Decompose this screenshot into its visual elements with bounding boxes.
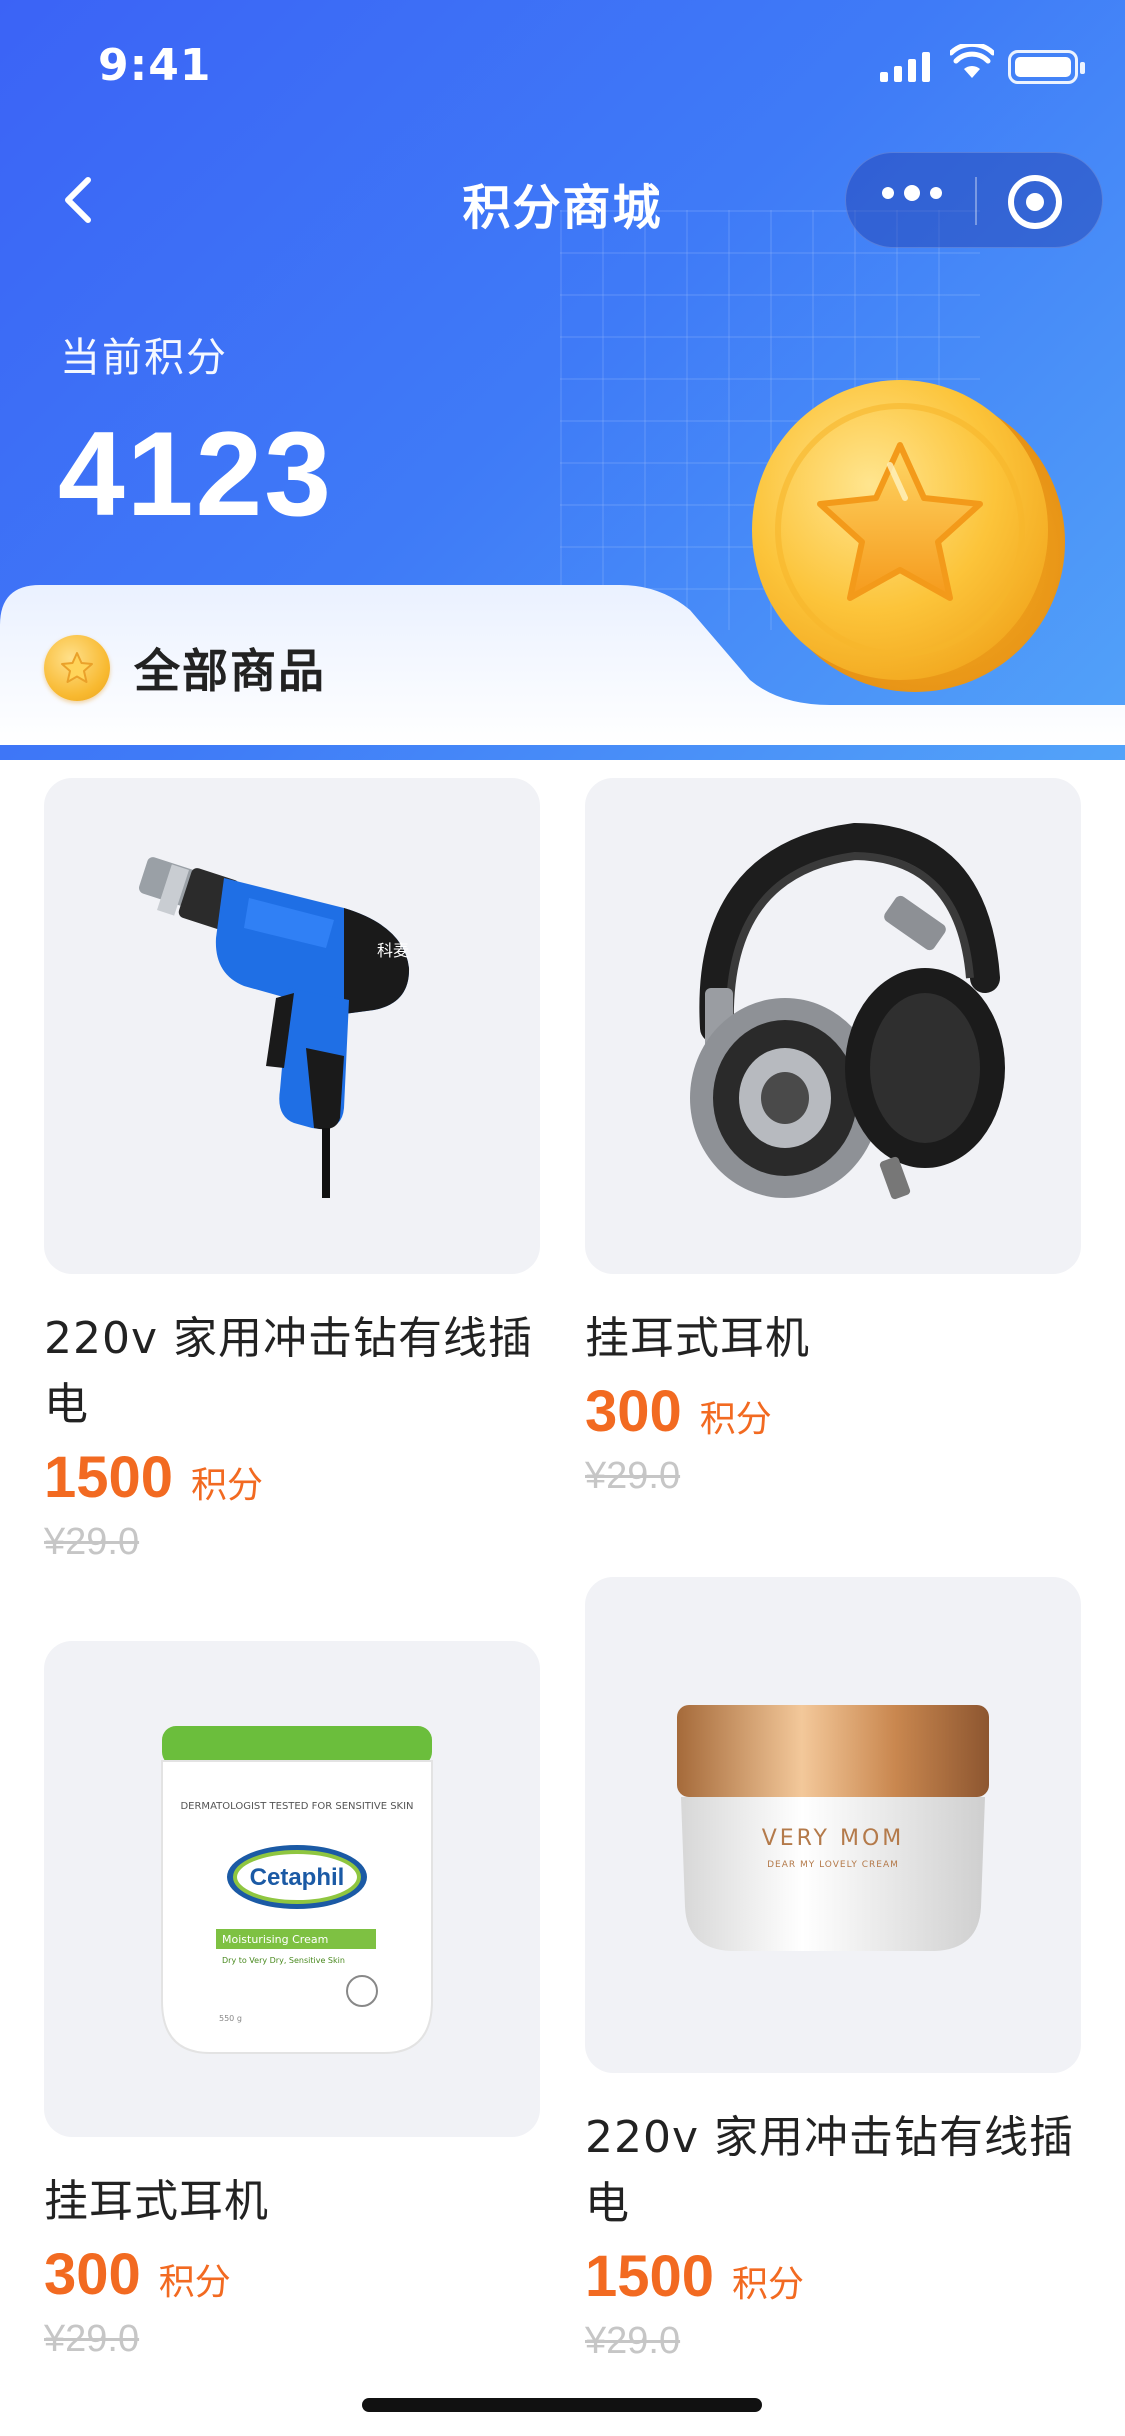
star-badge-icon — [44, 635, 110, 701]
product-name: 挂耳式耳机 — [585, 1313, 810, 1364]
cream-jar-image: DERMATOLOGIST TESTED FOR SENSITIVE SKIN … — [161, 1726, 433, 2054]
product-price: 300 积分 — [44, 2241, 540, 2308]
headphones-image — [690, 822, 1005, 1200]
cream-brand-text: Cetaphil — [250, 1864, 345, 1891]
product-card[interactable]: VERY MOM DEAR MY LOVELY CREAM 220v 家用冲击钻… — [585, 1577, 1081, 2363]
status-bar: 9:41 — [0, 0, 1125, 130]
product-points: 300 — [585, 1379, 682, 1444]
points-value: 4123 — [58, 407, 333, 541]
product-image-drill[interactable]: 科麦 — [44, 778, 540, 1274]
product-name: 220v 家用冲击钻有线插电 — [585, 2112, 1075, 2229]
product-points: 300 — [44, 2242, 141, 2307]
product-card[interactable]: 科麦 220v 家用冲击钻有线插电 1500 积分 ¥29.0 — [44, 778, 540, 1564]
product-image-cosmetic[interactable]: VERY MOM DEAR MY LOVELY CREAM — [585, 1577, 1081, 2073]
home-indicator[interactable] — [362, 2398, 762, 2412]
status-time: 9:41 — [98, 40, 212, 91]
cream-label-text: Moisturising Cream — [222, 1933, 328, 1946]
jar-sub-text: DEAR MY LOVELY CREAM — [767, 1860, 899, 1870]
close-target-icon[interactable] — [1008, 175, 1062, 229]
product-name: 挂耳式耳机 — [44, 2176, 269, 2227]
original-price: ¥29.0 — [44, 1521, 140, 1563]
capsule-divider — [975, 177, 977, 225]
points-unit: 积分 — [158, 2262, 231, 2303]
jar-brand-text: VERY MOM — [762, 1826, 905, 1851]
cellular-signal-icon — [880, 52, 930, 82]
section-header: 全部商品 — [44, 635, 326, 701]
points-unit: 积分 — [699, 1399, 772, 1440]
points-label: 当前积分 — [60, 335, 228, 381]
original-price: ¥29.0 — [585, 1455, 681, 1497]
battery-icon — [1008, 50, 1085, 84]
wifi-icon — [950, 44, 994, 78]
drill-brand-text: 科麦 — [377, 941, 409, 960]
drill-image: 科麦 — [139, 857, 410, 1198]
product-image-cream[interactable]: DERMATOLOGIST TESTED FOR SENSITIVE SKIN … — [44, 1641, 540, 2137]
product-card[interactable]: 挂耳式耳机 300 积分 ¥29.0 — [585, 778, 1081, 1498]
more-icon[interactable] — [882, 185, 942, 201]
product-name: 220v 家用冲击钻有线插电 — [44, 1313, 534, 1430]
cream-weight-text: 550 g — [219, 2014, 242, 2023]
product-image-headphones[interactable] — [585, 778, 1081, 1274]
section-title: 全部商品 — [134, 644, 326, 698]
cream-top-text: DERMATOLOGIST TESTED FOR SENSITIVE SKIN — [180, 1801, 413, 1812]
cream-sub-text: Dry to Very Dry, Sensitive Skin — [222, 1956, 345, 1965]
product-price: 1500 积分 — [585, 2243, 1081, 2310]
product-price: 300 积分 — [585, 1378, 1081, 1445]
points-unit: 积分 — [191, 1465, 264, 1506]
original-price: ¥29.0 — [585, 2320, 681, 2362]
product-card[interactable]: DERMATOLOGIST TESTED FOR SENSITIVE SKIN … — [44, 1641, 540, 2361]
mini-program-capsule — [845, 152, 1103, 248]
points-unit: 积分 — [732, 2264, 805, 2305]
product-points: 1500 — [585, 2244, 715, 2309]
original-price: ¥29.0 — [44, 2318, 140, 2360]
navigation-bar: 积分商城 — [0, 150, 1125, 250]
product-points: 1500 — [44, 1445, 174, 1510]
product-price: 1500 积分 — [44, 1444, 540, 1511]
cosmetic-jar-image: VERY MOM DEAR MY LOVELY CREAM — [677, 1705, 989, 1951]
